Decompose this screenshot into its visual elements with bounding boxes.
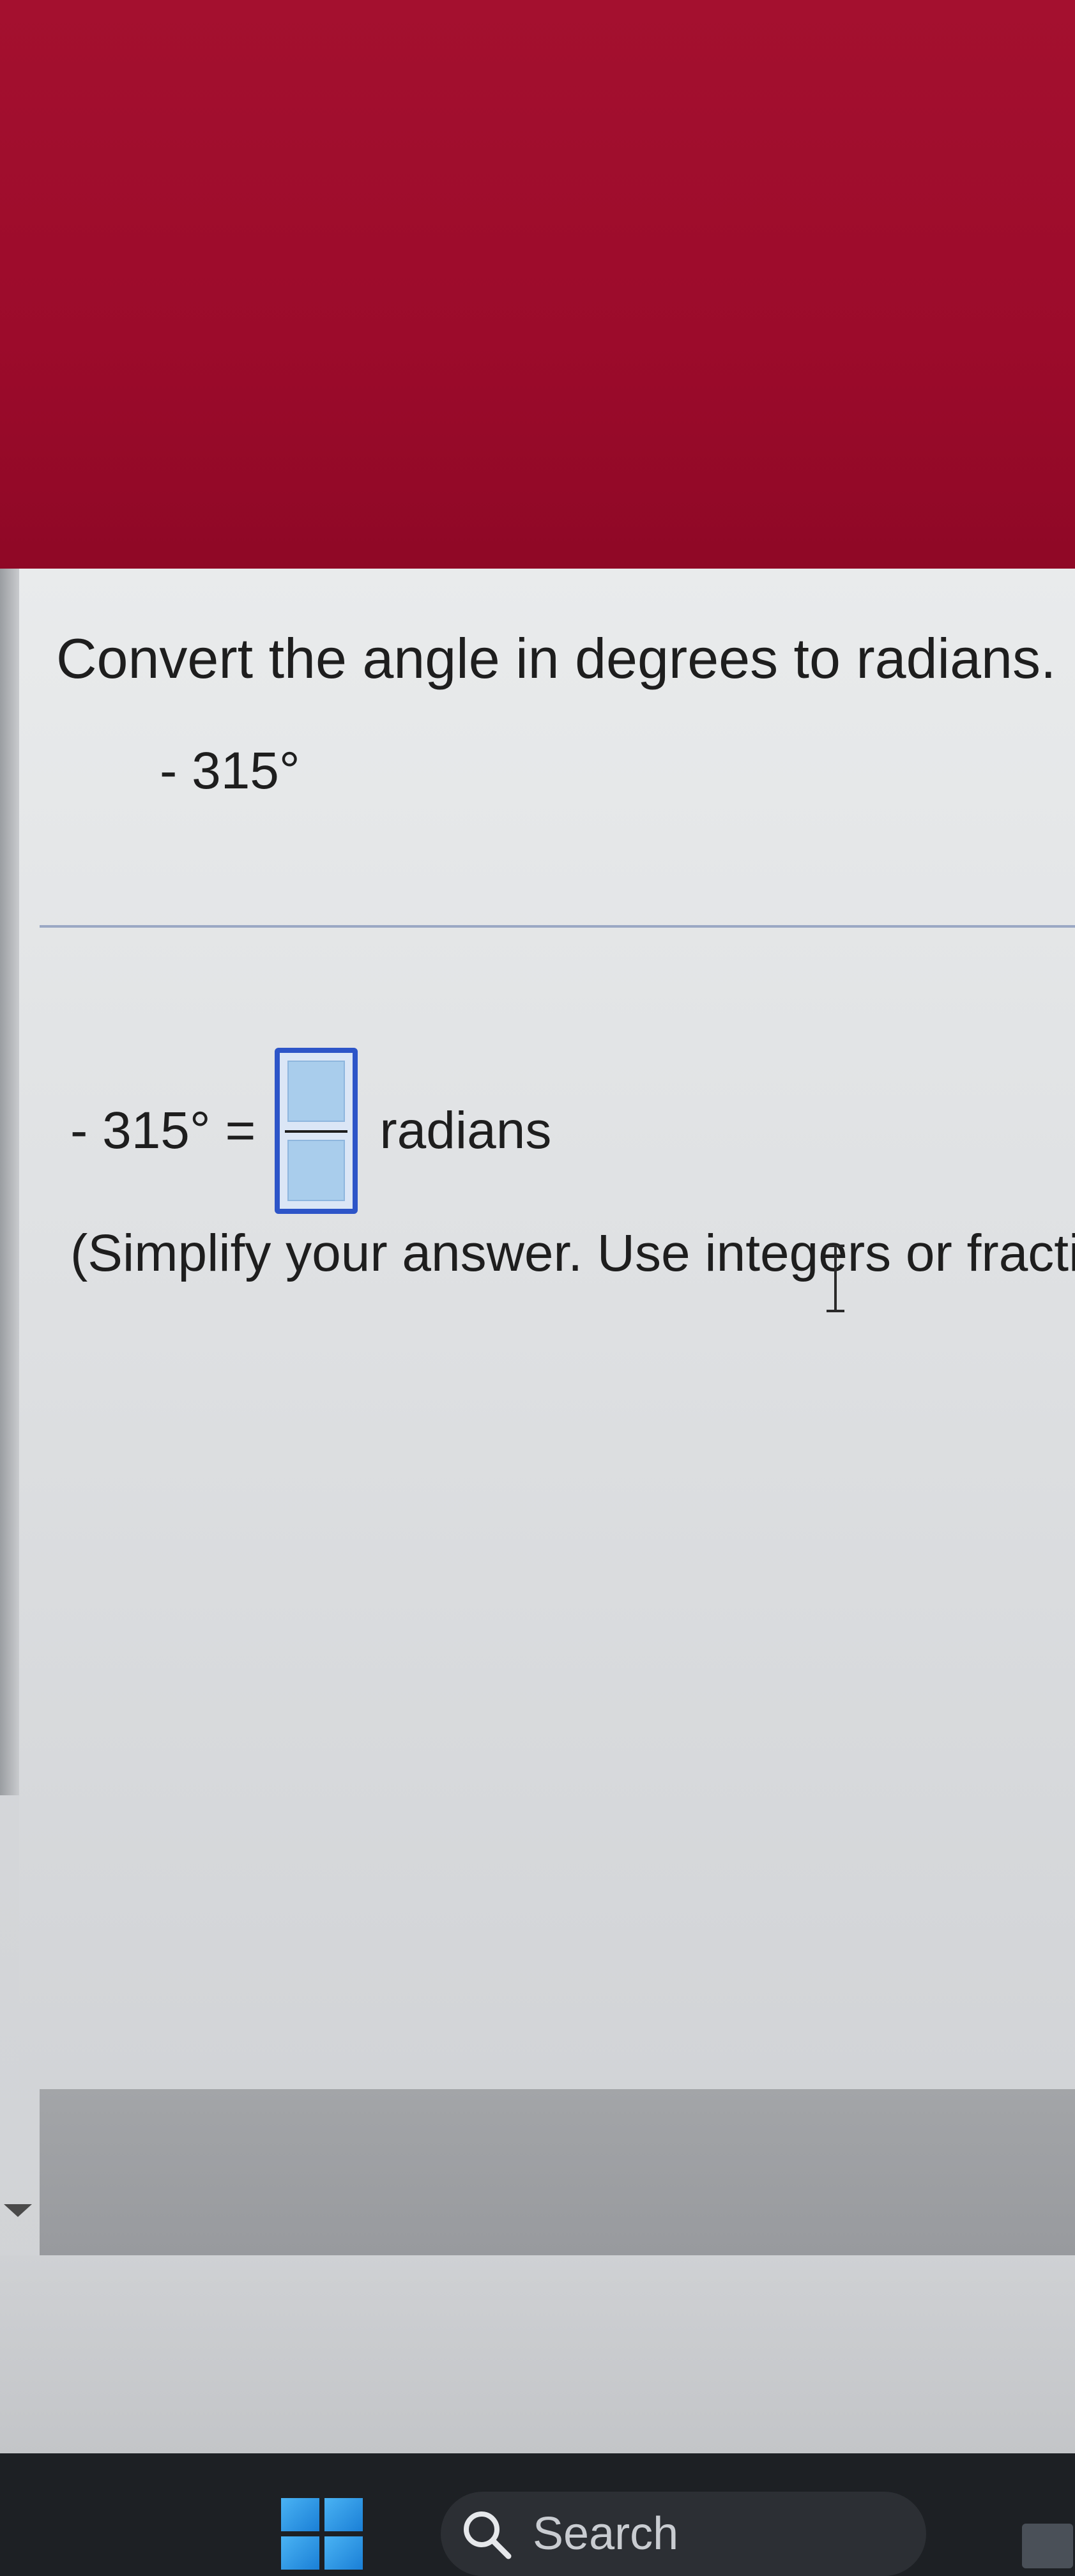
tray-app-icon[interactable] xyxy=(1022,2524,1073,2568)
bottom-toolbar xyxy=(40,2089,1075,2255)
answer-row: - 315° = radians xyxy=(70,1048,551,1214)
screen: Convert the angle in degrees to radians.… xyxy=(0,0,1075,2576)
answer-unit: radians xyxy=(379,1101,552,1160)
question-prompt: Convert the angle in degrees to radians. xyxy=(56,627,1056,690)
windows-start-icon[interactable] xyxy=(281,2498,363,2570)
answer-instruction: (Simplify your answer. Use integers or f… xyxy=(70,1224,1075,1282)
numerator-input[interactable] xyxy=(287,1061,346,1122)
lower-page-area xyxy=(0,2255,1075,2453)
search-label: Search xyxy=(533,2508,679,2559)
left-frame xyxy=(0,569,19,1795)
given-angle: - 315° xyxy=(160,742,300,800)
search-icon xyxy=(464,2511,512,2559)
taskbar-search-box[interactable]: Search xyxy=(441,2492,926,2576)
answer-equation-lhs: - 315° = xyxy=(70,1101,256,1160)
section-divider xyxy=(40,925,1075,928)
header-banner xyxy=(0,0,1075,569)
fraction-answer-input[interactable] xyxy=(275,1048,358,1214)
fraction-bar xyxy=(285,1130,348,1133)
text-cursor-icon xyxy=(827,1245,844,1312)
denominator-input[interactable] xyxy=(287,1140,346,1201)
scroll-down-icon[interactable] xyxy=(4,2204,32,2217)
